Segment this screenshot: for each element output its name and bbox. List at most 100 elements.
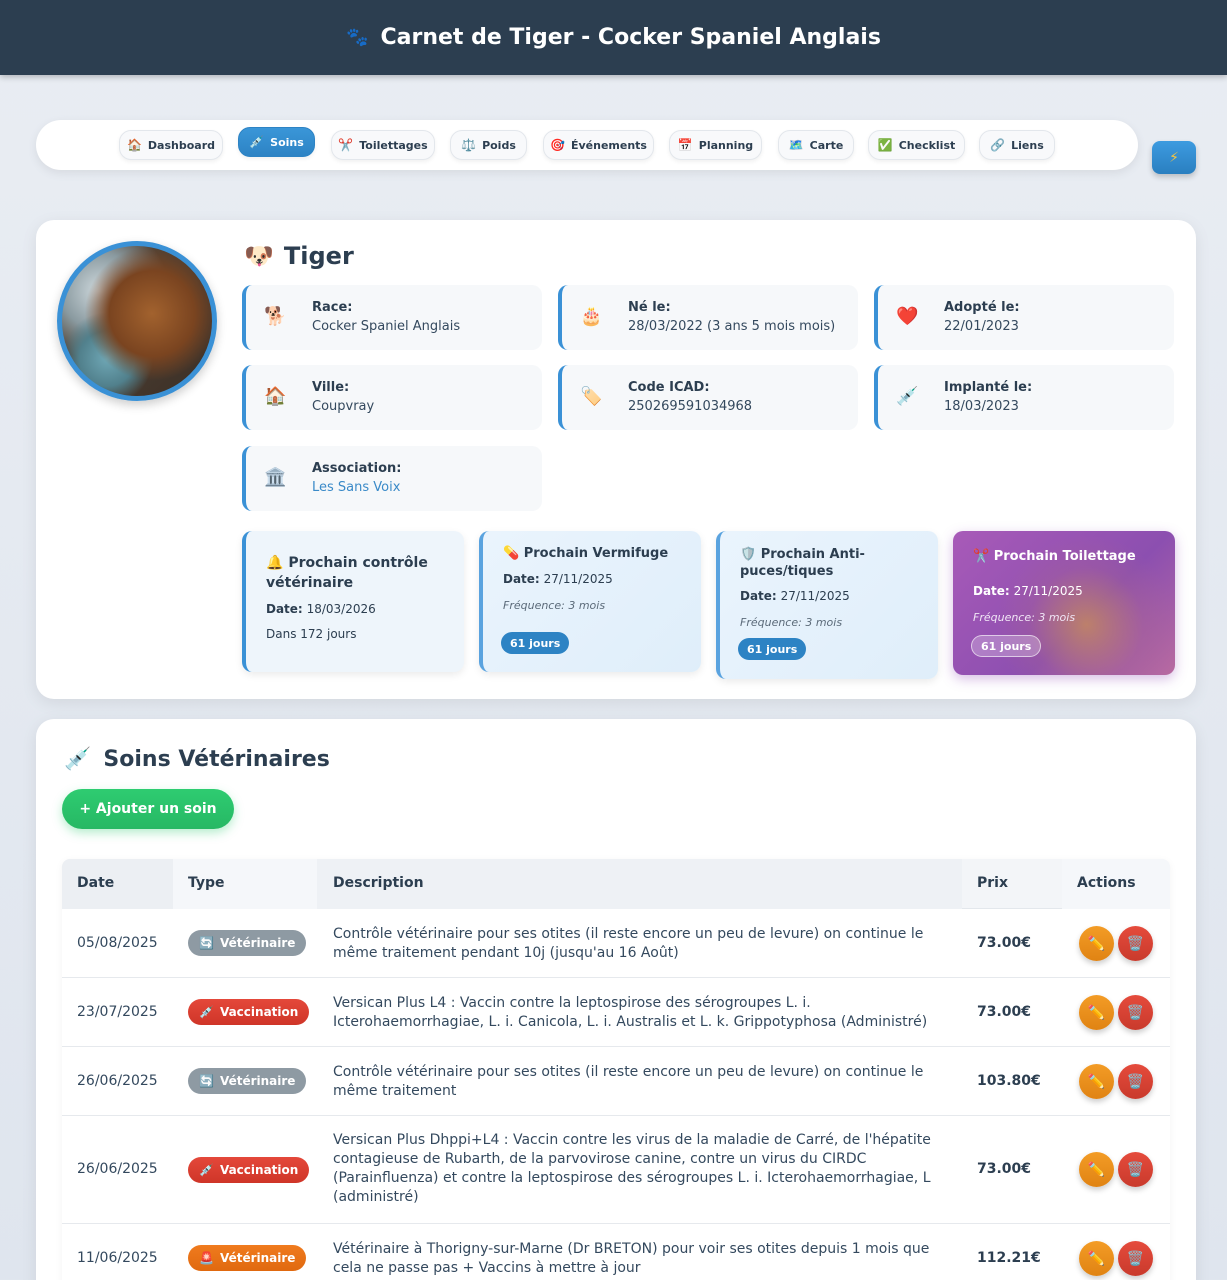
tab-carte[interactable]: 🗺️ Carte — [778, 130, 854, 160]
info-city: 🏠 Ville: Coupvray — [242, 365, 542, 430]
row-price: 73.00€ — [977, 1004, 1032, 1020]
delete-button[interactable]: 🗑️ — [1118, 995, 1153, 1030]
column-header-date[interactable]: Date — [77, 875, 114, 891]
date-value: 18/03/2026 — [306, 602, 376, 616]
pet-name: Tiger — [283, 242, 354, 270]
table-row: 23/07/2025 💉 Vaccination Versican Plus L… — [62, 978, 1170, 1047]
shield-icon: 🛡️ — [740, 547, 757, 562]
row-date: 23/07/2025 — [77, 1004, 158, 1020]
care-table: Date Type Description Prix Actions 05/08… — [62, 859, 1170, 1280]
pet-profile-card: 🐶 Tiger 🐕 Race: Cocker Spaniel Anglais 🎂… — [36, 220, 1196, 699]
association-link[interactable]: Les Sans Voix — [312, 480, 400, 495]
tag-icon: 🏷️ — [580, 386, 603, 407]
dog-face-icon: 🐶 — [244, 242, 274, 270]
tab-label: Carte — [809, 138, 844, 152]
info-value: Cocker Spaniel Anglais — [312, 319, 461, 334]
info-label: Code ICAD: — [628, 380, 710, 395]
tab-planning[interactable]: 📅 Planning — [669, 130, 762, 160]
row-description: Contrôle vétérinaire pour ses otites (il… — [333, 1064, 924, 1099]
delete-button[interactable]: 🗑️ — [1118, 926, 1153, 961]
reminder-frequency: Fréquence: 3 mois — [973, 611, 1076, 624]
tab-label: Poids — [482, 138, 516, 152]
delete-button[interactable]: 🗑️ — [1118, 1241, 1153, 1276]
tab-poids[interactable]: ⚖️ Poids — [450, 130, 527, 160]
trash-icon: 🗑️ — [1126, 935, 1145, 952]
row-date: 26/06/2025 — [77, 1073, 158, 1089]
date-label: Date: — [740, 589, 777, 603]
paw-icon: 🐾 — [346, 27, 369, 48]
info-label: Implanté le: — [944, 380, 1033, 395]
tab-liens[interactable]: 🔗 Liens — [979, 130, 1055, 160]
info-implant: 💉 Implanté le: 18/03/2023 — [874, 365, 1174, 430]
type-badge: 🔄 Vétérinaire — [188, 930, 307, 956]
reminder-title: 🛡️ Prochain Anti-puces/tiques — [740, 546, 890, 580]
row-date: 11/06/2025 — [77, 1250, 158, 1266]
tab-checklist[interactable]: ✅ Checklist — [868, 130, 965, 160]
tab-soins[interactable]: 💉 Soins — [238, 127, 315, 157]
scale-icon: ⚖️ — [461, 138, 477, 152]
siren-icon: 🚨 — [199, 1251, 214, 1265]
cake-icon: 🎂 — [580, 306, 603, 327]
date-label: Date: — [973, 584, 1010, 598]
scissors-icon: ✂️ — [338, 138, 354, 152]
refresh-icon: 🔄 — [199, 936, 214, 950]
pencil-icon: ✏️ — [1087, 1250, 1106, 1267]
info-icad: 🏷️ Code ICAD: 250269591034968 — [558, 365, 858, 430]
column-header-type[interactable]: Type — [188, 875, 225, 891]
dog-icon: 🐕 — [264, 306, 287, 327]
tab-evenements[interactable]: 🎯 Événements — [543, 130, 654, 160]
row-description: Versican Plus Dhppi+L4 : Vaccin contre l… — [333, 1132, 931, 1205]
bell-icon: 🔔 — [266, 555, 284, 571]
tab-toilettages[interactable]: ✂️ Toilettages — [331, 130, 435, 160]
quick-action-button[interactable]: ⚡ — [1152, 141, 1196, 174]
reminder-date: Date: 18/03/2026 — [266, 602, 376, 616]
map-icon: 🗺️ — [788, 138, 804, 152]
reminder-title: ✂️ Prochain Toilettage — [973, 549, 1136, 564]
table-row: 11/06/2025 🚨 Vétérinaire Vétérinaire à T… — [62, 1224, 1170, 1280]
edit-button[interactable]: ✏️ — [1079, 1152, 1114, 1187]
delete-button[interactable]: 🗑️ — [1118, 1064, 1153, 1099]
date-value: 27/11/2025 — [780, 589, 850, 603]
edit-button[interactable]: ✏️ — [1079, 926, 1114, 961]
info-label: Ville: — [312, 380, 350, 395]
date-label: Date: — [266, 602, 303, 616]
edit-button[interactable]: ✏️ — [1079, 1241, 1114, 1276]
reminder-vermifuge: 💊 Prochain Vermifuge Date: 27/11/2025 Fr… — [479, 531, 701, 672]
column-header-actions: Actions — [1077, 875, 1136, 891]
tab-dashboard[interactable]: 🏠 Dashboard — [119, 130, 223, 160]
column-header-price[interactable]: Prix — [977, 875, 1008, 891]
target-icon: 🎯 — [550, 138, 565, 152]
trash-icon: 🗑️ — [1126, 1250, 1145, 1267]
table-header: Date Type Description Prix Actions — [62, 859, 1170, 909]
type-label: Vaccination — [219, 1163, 299, 1177]
row-price: 73.00€ — [977, 935, 1032, 951]
info-value: 250269591034968 — [628, 399, 753, 414]
info-label: Adopté le: — [944, 300, 1020, 315]
trash-icon: 🗑️ — [1126, 1073, 1145, 1090]
column-header-description[interactable]: Description — [333, 875, 424, 891]
edit-button[interactable]: ✏️ — [1079, 995, 1114, 1030]
table-row: 26/06/2025 🔄 Vétérinaire Contrôle vétéri… — [62, 1047, 1170, 1116]
syringe-icon: 💉 — [249, 135, 265, 149]
reminder-title-text: Prochain contrôle vétérinaire — [266, 555, 428, 591]
date-value: 27/11/2025 — [1013, 584, 1083, 598]
house-icon: 🏠 — [264, 386, 287, 407]
row-date: 05/08/2025 — [77, 935, 158, 951]
delete-button[interactable]: 🗑️ — [1118, 1152, 1153, 1187]
reminder-title-text: Prochain Toilettage — [993, 549, 1136, 564]
edit-button[interactable]: ✏️ — [1079, 1064, 1114, 1099]
scissors-icon: ✂️ — [973, 549, 990, 564]
table-row: 05/08/2025 🔄 Vétérinaire Contrôle vétéri… — [62, 909, 1170, 978]
link-icon: 🔗 — [990, 138, 1006, 152]
reminder-remaining: Dans 172 jours — [266, 627, 357, 641]
heart-icon: ❤️ — [896, 306, 919, 327]
tab-label: Événements — [570, 138, 647, 152]
pill-icon: 💊 — [503, 546, 520, 561]
pet-name-heading: 🐶 Tiger — [244, 242, 354, 270]
add-care-button[interactable]: + Ajouter un soin — [62, 789, 234, 829]
pet-avatar — [57, 241, 217, 401]
reminder-frequency: Fréquence: 3 mois — [503, 599, 606, 612]
days-badge: 61 jours — [971, 635, 1042, 657]
home-icon: 🏠 — [126, 138, 142, 152]
info-value: 22/01/2023 — [944, 319, 1019, 334]
